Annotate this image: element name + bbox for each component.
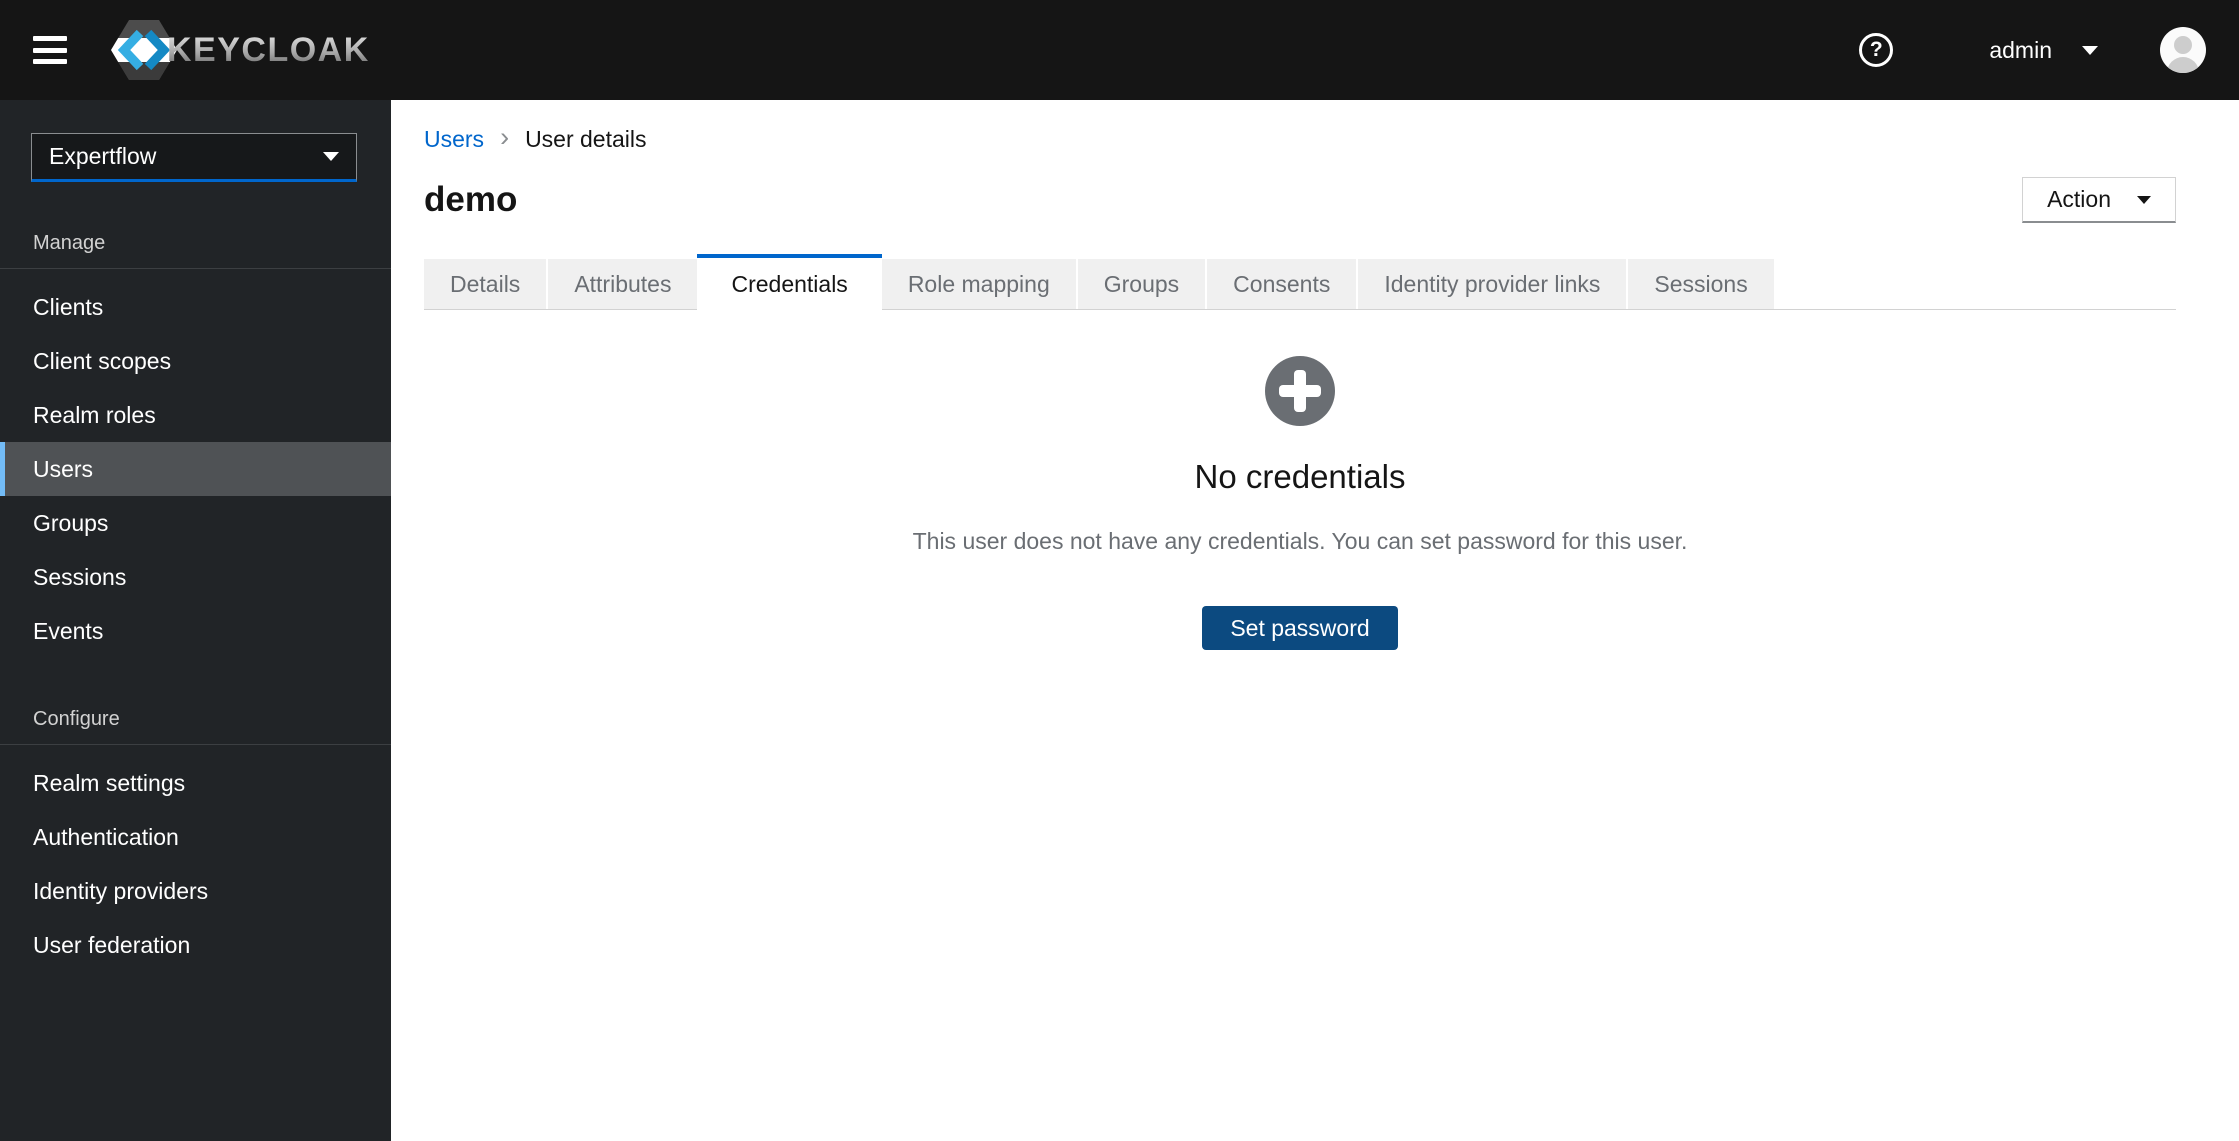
tab-details[interactable]: Details: [424, 259, 547, 309]
sidebar-item-events[interactable]: Events: [0, 604, 391, 658]
breadcrumb-current: User details: [525, 125, 647, 152]
tab-attributes[interactable]: Attributes: [546, 259, 698, 309]
empty-state-description: This user does not have any credentials.…: [912, 528, 1688, 554]
caret-down-icon: [2082, 45, 2098, 55]
tab-identity-provider-links[interactable]: Identity provider links: [1356, 259, 1627, 309]
action-dropdown[interactable]: Action: [2022, 177, 2176, 223]
sidebar-item-groups[interactable]: Groups: [0, 496, 391, 550]
caret-down-icon: [323, 152, 339, 161]
sidebar-item-client-scopes[interactable]: Client scopes: [0, 334, 391, 388]
empty-state: No credentials This user does not have a…: [424, 356, 2176, 650]
hamburger-icon[interactable]: [33, 36, 67, 64]
nav-group-manage: Manage Clients Client scopes Realm roles…: [0, 232, 391, 658]
tab-sessions[interactable]: Sessions: [1626, 259, 1774, 309]
empty-state-title: No credentials: [1194, 458, 1406, 495]
sidebar-item-realm-roles[interactable]: Realm roles: [0, 388, 391, 442]
brand-wordmark: KEYCLOAK: [167, 30, 370, 69]
sidebar-item-sessions[interactable]: Sessions: [0, 550, 391, 604]
breadcrumb-chevron-icon: ›: [500, 121, 510, 152]
realm-selector[interactable]: Expertflow: [31, 133, 357, 182]
sidebar-item-identity-providers[interactable]: Identity providers: [0, 864, 391, 918]
sidebar-item-user-federation[interactable]: User federation: [0, 918, 391, 972]
keycloak-logo[interactable]: KEYCLOAK: [107, 18, 370, 82]
breadcrumb-link-users[interactable]: Users: [424, 126, 484, 153]
sidebar-item-realm-settings[interactable]: Realm settings: [0, 756, 391, 810]
nav-section-title-configure: Configure: [33, 708, 120, 730]
user-detail-tabs: Details Attributes Credentials Role mapp…: [424, 254, 2176, 310]
user-menu-dropdown[interactable]: admin: [1989, 37, 2098, 64]
sidebar-item-users[interactable]: Users: [0, 442, 391, 496]
help-icon[interactable]: ?: [1859, 33, 1894, 67]
tab-groups[interactable]: Groups: [1075, 259, 1206, 309]
action-dropdown-label: Action: [2047, 186, 2111, 212]
set-password-button[interactable]: Set password: [1202, 606, 1398, 650]
masthead: KEYCLOAK ? admin: [0, 0, 2239, 100]
realm-selector-value: Expertflow: [49, 143, 157, 169]
nav-group-configure: Configure Realm settings Authentication …: [0, 708, 391, 972]
nav-section-title-manage: Manage: [33, 232, 106, 254]
avatar[interactable]: [2160, 27, 2206, 73]
caret-down-icon: [2137, 195, 2151, 204]
page-title: demo: [424, 180, 518, 219]
breadcrumb: Users › User details: [424, 121, 2176, 154]
tab-role-mapping[interactable]: Role mapping: [881, 259, 1076, 309]
sidebar: Expertflow Manage Clients Client scopes …: [0, 100, 391, 1141]
tab-credentials[interactable]: Credentials: [697, 254, 882, 310]
sidebar-item-clients[interactable]: Clients: [0, 280, 391, 334]
tab-consents[interactable]: Consents: [1205, 259, 1357, 309]
main-content: Users › User details demo Action Details…: [391, 100, 2239, 1141]
sidebar-item-authentication[interactable]: Authentication: [0, 810, 391, 864]
user-menu-label: admin: [1989, 36, 2052, 63]
plus-circle-icon: [1265, 356, 1335, 426]
